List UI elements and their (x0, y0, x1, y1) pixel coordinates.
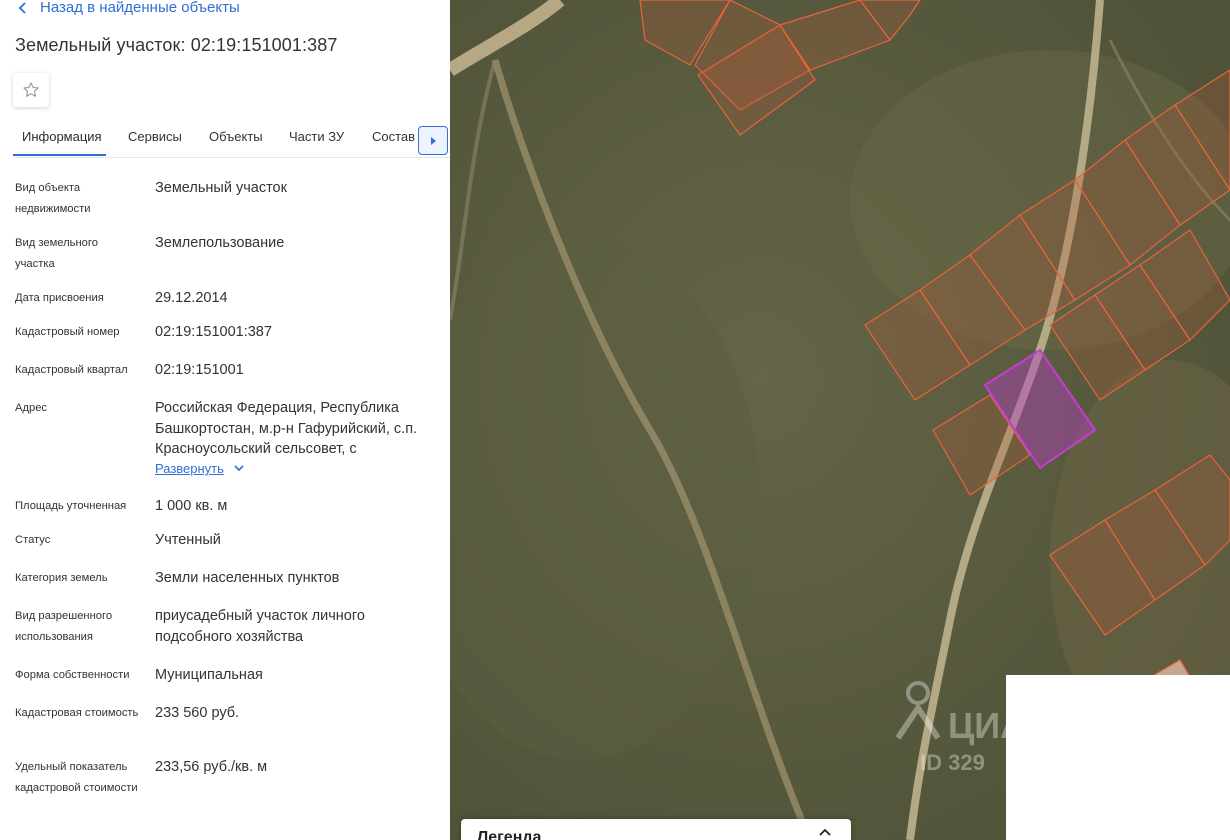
map-view[interactable]: ЦИАН ID 329 Легенда (450, 0, 1230, 840)
legend-title: Легенда (477, 829, 542, 840)
expand-address-link[interactable]: Развернуть (155, 461, 244, 476)
row-label: Адрес (15, 402, 48, 414)
row-label: Кадастровая стоимость (15, 707, 139, 719)
tab-composition[interactable]: Состав (372, 129, 415, 144)
tab-objects[interactable]: Объекты (209, 129, 263, 144)
chevron-down-icon (234, 465, 244, 472)
row-label: Кадастровый номер (15, 326, 120, 338)
row-value: Муниципальная (155, 667, 263, 683)
expand-label[interactable]: Развернуть (155, 461, 224, 476)
row-value: Землепользование (155, 235, 285, 251)
row-label: Вид объекта недвижимости (15, 182, 91, 215)
back-link-label[interactable]: Назад в найденные объекты (40, 0, 240, 16)
row-value: Земли населенных пунктов (155, 570, 340, 586)
row-label: Дата присвоения (15, 292, 104, 304)
row-label: Площадь уточненная (15, 500, 127, 512)
row-label: Кадастровый квартал (15, 364, 128, 376)
info-panel: Назад в найденные объекты Земельный учас… (0, 0, 450, 840)
tab-bar: Информация Сервисы Объекты Части ЗУ Сост… (13, 121, 450, 158)
row-value: 233 560 руб. (155, 705, 240, 721)
page-title: Земельный участок: 02:19:151001:387 (15, 35, 338, 55)
caret-right-icon (431, 136, 436, 145)
row-value: 1 000 кв. м (155, 498, 228, 514)
back-link[interactable]: Назад в найденные объекты (18, 0, 240, 16)
row-label: Удельный показатель кадастровой стоимост… (15, 761, 138, 794)
active-tab-indicator (13, 154, 106, 156)
chevron-up-icon[interactable] (819, 828, 831, 836)
tabs-scroll-button[interactable] (418, 126, 448, 155)
row-value: Учтенный (155, 532, 221, 548)
row-label: Форма собственности (15, 669, 130, 681)
row-label: Вид разрешенного использования (15, 610, 113, 643)
row-value: 29.12.2014 (155, 290, 228, 306)
row-value: 233,56 руб./кв. м (155, 759, 268, 775)
row-label: Вид земельного участка (15, 237, 98, 270)
row-value: 02:19:151001:387 (155, 324, 272, 340)
tab-parts[interactable]: Части ЗУ (289, 129, 344, 144)
tab-services[interactable]: Сервисы (128, 129, 182, 144)
tab-information[interactable]: Информация (22, 129, 102, 144)
row-value: Российская Федерация, Республика Башкорт… (155, 400, 418, 457)
star-icon (23, 82, 39, 97)
favorite-button[interactable] (13, 73, 49, 107)
legend-panel[interactable]: Легенда (461, 819, 851, 840)
row-label: Категория земель (15, 572, 108, 584)
map-overlay-panel (1006, 675, 1230, 840)
row-value: приусадебный участок личного подсобного … (155, 608, 365, 645)
row-label: Статус (15, 534, 51, 546)
row-value: 02:19:151001 (155, 362, 244, 378)
chevron-left-icon (18, 1, 26, 14)
row-value: Земельный участок (155, 180, 287, 196)
